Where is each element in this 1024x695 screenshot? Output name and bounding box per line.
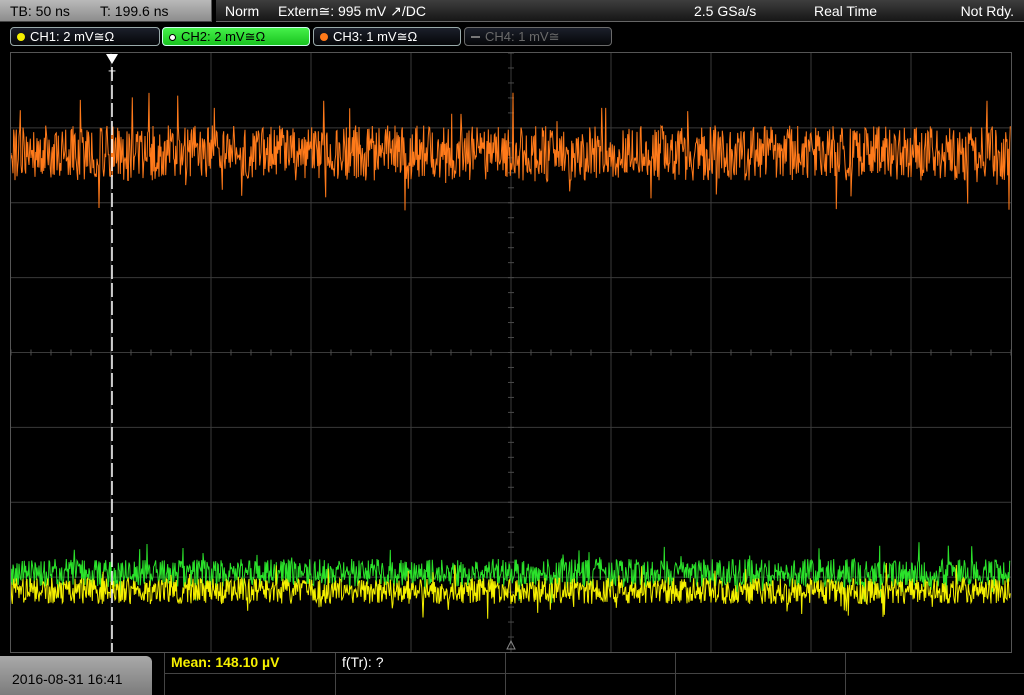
bottom-bar: 2016-08-31 16:41 Mean: 148.10 µV f(Tr): … — [0, 653, 1024, 695]
measurement-row-divider — [506, 673, 675, 674]
channel-1-button[interactable]: CH1: 2 mV≅Ω — [10, 27, 160, 46]
channel-3-dot-icon — [320, 33, 328, 41]
measurement-row-divider — [165, 673, 335, 674]
date-box: 2016-08-31 16:41 — [0, 656, 152, 695]
channel-4-button[interactable]: CH4: 1 mV≅ — [464, 27, 612, 46]
run-state: Not Rdy. — [960, 3, 1014, 19]
rise-freq-value: f(Tr): ? — [342, 654, 384, 670]
channel-1-dot-icon — [17, 33, 25, 41]
channel-4-label: CH4: 1 mV≅ — [485, 29, 560, 44]
mean-value: Mean: 148.10 µV — [171, 654, 280, 670]
acquisition-status-bar: Norm Extern≅: 995 mV ↗/DC 2.5 GSa/s Real… — [216, 0, 1024, 22]
date-time: 2016-08-31 16:41 — [12, 671, 123, 687]
measurement-row-divider — [676, 673, 845, 674]
sample-rate: 2.5 GSa/s — [694, 3, 757, 19]
channel-1-label: CH1: 2 mV≅Ω — [30, 29, 115, 44]
channel-2-button[interactable]: CH2: 2 mV≅Ω — [162, 27, 310, 46]
trigger-source[interactable]: Extern≅: 995 mV ↗/DC — [278, 3, 426, 20]
channel-2-label: CH2: 2 mV≅Ω — [181, 29, 266, 44]
trigger-mode[interactable]: Norm — [225, 3, 259, 19]
measurement-slot-4[interactable] — [676, 653, 846, 695]
timebase-box[interactable]: TB: 50 ns T: 199.6 ns — [0, 0, 212, 22]
measurement-slot-5[interactable] — [846, 653, 1024, 695]
channel-3-button[interactable]: CH3: 1 mV≅Ω — [313, 27, 461, 46]
waveform-grid: T — [11, 53, 1011, 652]
trigger-marker-label: T — [108, 68, 116, 82]
channel-bar: CH1: 2 mV≅Ω CH2: 2 mV≅Ω CH3: 1 mV≅Ω CH4:… — [0, 24, 1024, 50]
top-bar: TB: 50 ns T: 199.6 ns Norm Extern≅: 995 … — [0, 0, 1024, 24]
waveform-display[interactable]: T — [10, 52, 1012, 653]
graticule — [11, 53, 1011, 652]
acquisition-mode: Real Time — [814, 3, 878, 19]
channel-2-dot-icon — [169, 34, 176, 41]
measurement-mean[interactable]: Mean: 148.10 µV — [164, 653, 336, 695]
measurement-row-divider — [846, 673, 1024, 674]
channel-4-dash-icon — [471, 36, 480, 38]
measurement-slot-3[interactable] — [506, 653, 676, 695]
trigger-arrow-icon — [106, 54, 118, 64]
trigger-time-label: T: 199.6 ns — [100, 3, 169, 19]
timebase-label: TB: 50 ns — [10, 3, 70, 19]
measurement-row-divider — [336, 673, 505, 674]
measurement-rise-freq[interactable]: f(Tr): ? — [336, 653, 506, 695]
channel-3-label: CH3: 1 mV≅Ω — [333, 29, 418, 44]
